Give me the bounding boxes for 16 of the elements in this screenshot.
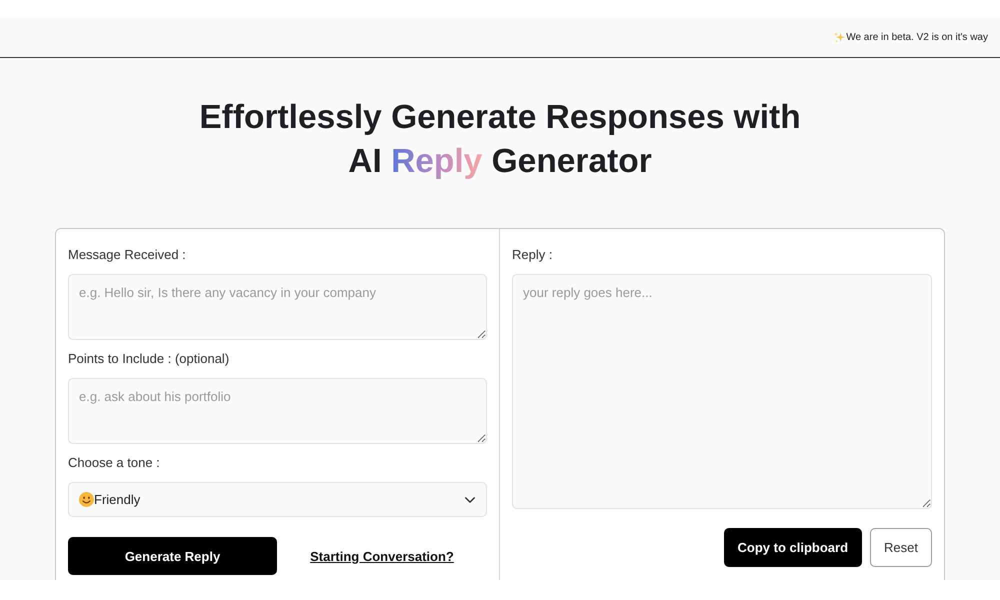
copy-to-clipboard-button[interactable]: Copy to clipboard	[724, 528, 862, 567]
field-label: Message Received :	[68, 246, 186, 264]
input-field[interactable]: e.g. ask about his portfolio	[68, 378, 487, 444]
generate-reply-button[interactable]: Generate Reply	[68, 537, 277, 575]
page-heading: Effortlessly Generate Responses with AI Reply Generator	[198, 98, 802, 182]
field-label: Reply :	[512, 246, 552, 264]
beta-notice: We are in beta. V2 is on it's way	[846, 32, 988, 43]
input-field[interactable]: e.g. Hello sir, Is there any vacancy in your company	[68, 274, 487, 340]
reset-button[interactable]: Reset	[870, 528, 932, 567]
field-label: Choose a tone :	[68, 454, 160, 472]
sparkle-icon	[834, 32, 846, 43]
tone-select[interactable]: Friendly	[68, 482, 487, 517]
field-label: Points to Include : (optional)	[68, 350, 230, 368]
smiley-icon	[79, 492, 94, 507]
chevron-down-icon	[465, 496, 475, 502]
reply-output-field[interactable]: your reply goes here...	[512, 274, 932, 509]
